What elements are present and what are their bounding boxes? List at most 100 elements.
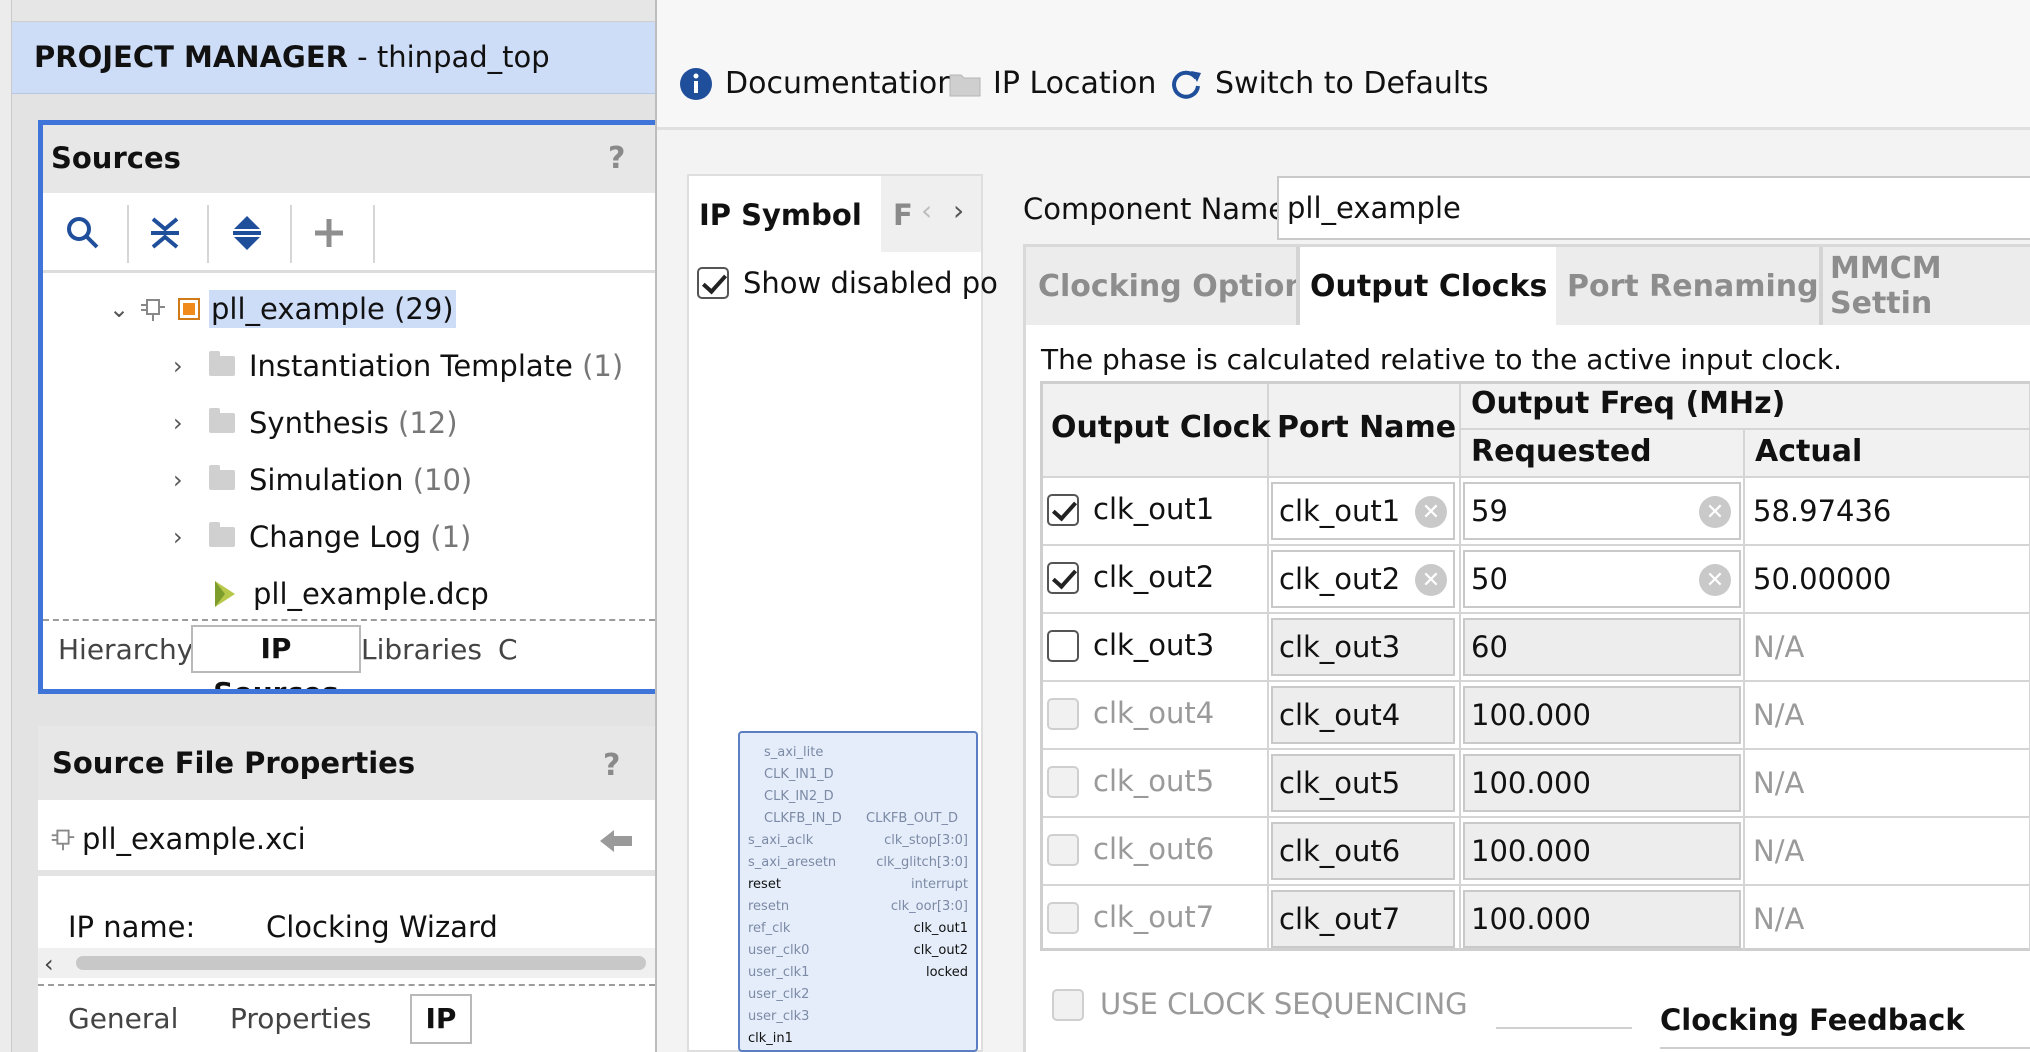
tab-ip-symbol[interactable]: IP Symbol (689, 176, 881, 252)
ip-name-value: Clocking Wizard (266, 910, 498, 944)
help-icon[interactable]: ? (603, 748, 620, 783)
tab-scroll-right-icon[interactable]: › (953, 194, 964, 227)
component-name-label: Component Name (1023, 192, 1287, 226)
pin-label: resetn (748, 899, 790, 914)
clk-out1-checkbox[interactable] (1047, 494, 1079, 526)
back-arrow-icon[interactable] (598, 828, 634, 854)
tree-root-pll-example[interactable]: ⌄ pll_example (29) (109, 284, 456, 334)
clk-out3-checkbox[interactable] (1047, 630, 1079, 662)
pin-label: CLK_IN1_D (764, 767, 834, 782)
help-icon[interactable]: ? (608, 141, 625, 176)
requested-freq-input[interactable]: 100.000 (1463, 822, 1741, 880)
sources-header: Sources ? (43, 125, 655, 193)
clear-icon[interactable]: ✕ (1699, 564, 1731, 596)
tab-ip-sources[interactable]: IP Sources (191, 625, 361, 689)
clear-icon[interactable]: ✕ (1415, 496, 1447, 528)
pin-label: s_axi_aresetn (748, 855, 837, 870)
horizontal-scrollbar[interactable]: ‹ (38, 948, 655, 978)
chevron-right-icon[interactable]: › (173, 409, 201, 437)
port-name-input[interactable]: clk_out3 (1271, 618, 1455, 676)
collapse-all-button[interactable] (135, 205, 195, 261)
port-name-input[interactable]: clk_out5 (1271, 754, 1455, 812)
tab-ip[interactable]: IP (410, 994, 472, 1044)
clk-out7-checkbox[interactable] (1047, 902, 1079, 934)
expand-all-button[interactable] (217, 205, 277, 261)
project-manager-header: PROJECT MANAGER - thinpad_top (12, 22, 655, 94)
chevron-down-icon[interactable]: ⌄ (109, 295, 137, 323)
tab-clocking-options[interactable]: Clocking Options (1038, 255, 1324, 317)
pin-label: clk_oor[3:0] (890, 899, 968, 914)
switch-to-defaults-label: Switch to Defaults (1215, 66, 1489, 101)
configuration-pane: Clocking Options Output Clocks Port Rena… (1023, 244, 2030, 1052)
tab-second[interactable]: F (893, 198, 913, 232)
pin-label: CLK_IN2_D (764, 789, 834, 804)
clk-out5-checkbox[interactable] (1047, 766, 1079, 798)
ip-symbol-tabbar: IP Symbol F ‹ › (689, 176, 981, 252)
tree-item-count: (10) (412, 463, 473, 497)
divider (38, 984, 655, 986)
ip-location-button[interactable]: IP Location (949, 66, 1156, 101)
chevron-right-icon[interactable]: › (173, 352, 201, 380)
chevron-right-icon[interactable]: › (173, 466, 201, 494)
source-file-properties-title: Source File Properties (52, 746, 416, 780)
requested-freq-input[interactable]: 60 (1463, 618, 1741, 676)
ip-name-label: IP name: (68, 910, 196, 944)
show-disabled-ports-checkbox[interactable] (697, 267, 729, 299)
chevron-right-icon[interactable]: › (173, 523, 201, 551)
clk-out2-checkbox[interactable] (1047, 562, 1079, 594)
clk-out6-checkbox[interactable] (1047, 834, 1079, 866)
file-row: pll_example.xci (38, 804, 655, 876)
tab-mmcm-settings[interactable]: MMCM Settin (1830, 251, 2030, 321)
clear-icon[interactable]: ✕ (1415, 564, 1447, 596)
requested-freq-input[interactable]: 100.000 (1463, 754, 1741, 812)
dcp-file-icon (215, 581, 235, 607)
tree-item-instantiation-template[interactable]: › Instantiation Template (1) (173, 341, 623, 391)
clock-name: clk_out4 (1093, 696, 1215, 730)
port-name-input[interactable]: clk_out7 (1271, 890, 1455, 948)
clk-out4-checkbox[interactable] (1047, 698, 1079, 730)
tree-item-dcp[interactable]: pll_example.dcp (209, 569, 489, 619)
tab-properties[interactable]: Properties (230, 1002, 372, 1035)
phase-note: The phase is calculated relative to the … (1041, 343, 1843, 376)
use-clock-sequencing-checkbox[interactable] (1052, 989, 1084, 1021)
search-button[interactable] (53, 205, 113, 261)
tab-libraries[interactable]: Libraries (361, 633, 482, 666)
pin-label: clk_stop[3:0] (884, 833, 968, 848)
pin-label: CLKFB_OUT_D (866, 811, 958, 826)
plus-icon (315, 219, 343, 247)
tab-general[interactable]: General (68, 1002, 178, 1035)
documentation-button[interactable]: Documentation (679, 66, 956, 101)
search-icon (67, 217, 99, 249)
ip-toolbar: Documentation IP Location Switch to Defa… (657, 0, 2030, 130)
add-sources-button[interactable] (299, 205, 359, 261)
sources-panel: Sources ? ⌄ pll_example (29) › Instantia… (38, 120, 655, 694)
tree-item-synthesis[interactable]: › Synthesis (12) (173, 398, 458, 448)
pin-label: clk_glitch[3:0] (876, 855, 968, 870)
tree-item-simulation[interactable]: › Simulation (10) (173, 455, 472, 505)
table-row: clk_out3 clk_out3 60 N/A (1043, 614, 2030, 682)
ip-customization-panel: Documentation IP Location Switch to Defa… (655, 0, 2030, 1052)
show-disabled-ports-row[interactable]: Show disabled po (697, 266, 998, 300)
source-file-properties-header: Source File Properties ? (38, 726, 655, 800)
requested-freq-input[interactable]: 100.000 (1463, 890, 1741, 948)
tab-hierarchy[interactable]: Hierarchy (58, 633, 193, 666)
scrollbar-thumb[interactable] (76, 956, 646, 970)
port-name-input[interactable]: clk_out4 (1271, 686, 1455, 744)
tab-port-renaming[interactable]: Port Renaming (1567, 255, 1819, 317)
top-toolbar-strip (12, 0, 655, 22)
port-name-input[interactable]: clk_out6 (1271, 822, 1455, 880)
clear-icon[interactable]: ✕ (1699, 496, 1731, 528)
clocking-feedback-title: Clocking Feedback (1660, 1003, 1965, 1037)
tree-item-change-log[interactable]: › Change Log (1) (173, 512, 471, 562)
clock-name: clk_out1 (1093, 492, 1215, 526)
tab-scroll-left-icon[interactable]: ‹ (921, 194, 932, 227)
scroll-left-icon[interactable]: ‹ (44, 950, 54, 978)
requested-freq-input[interactable]: 100.000 (1463, 686, 1741, 744)
left-edge-strip (0, 0, 12, 1052)
switch-to-defaults-button[interactable]: Switch to Defaults (1169, 66, 1489, 101)
info-icon (680, 67, 712, 100)
actual-freq: 50.00000 (1753, 562, 1892, 596)
component-name-input[interactable]: pll_example (1277, 176, 2030, 240)
tab-compile-order[interactable]: C (498, 633, 518, 666)
source-file-properties-panel: Source File Properties ? pll_example.xci… (38, 726, 655, 1052)
